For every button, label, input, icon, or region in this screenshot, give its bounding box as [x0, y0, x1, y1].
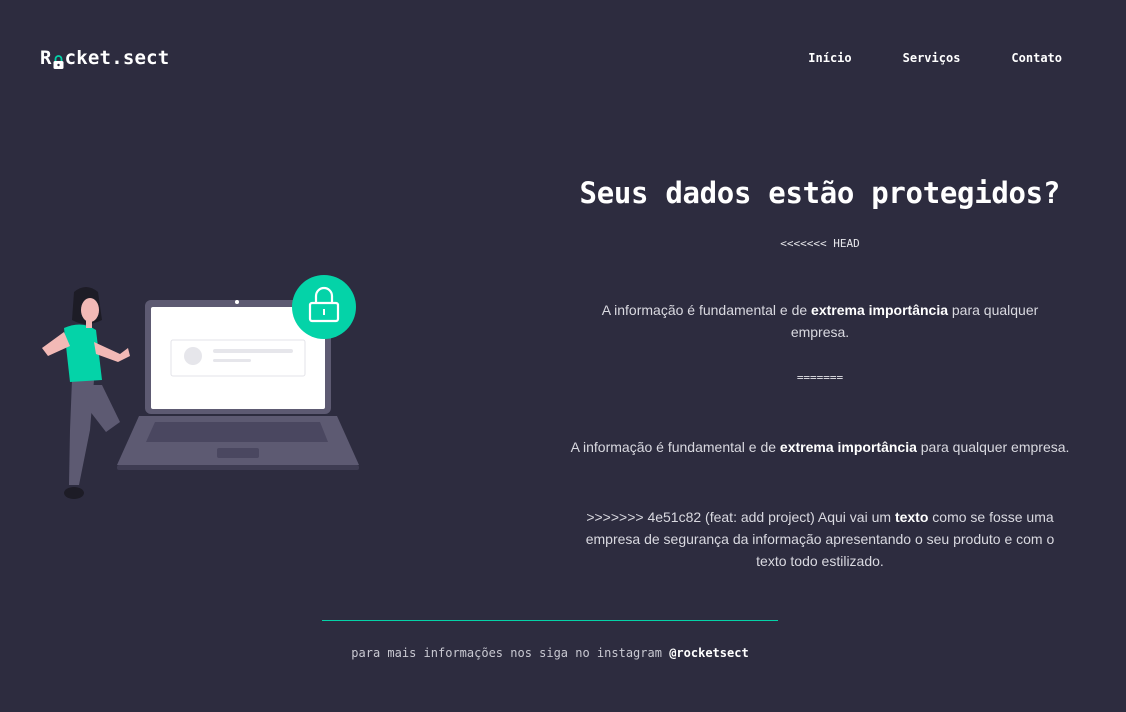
logo-lock-icon [53, 52, 64, 69]
person-illustration [42, 287, 130, 499]
security-illustration [34, 270, 364, 505]
paragraph-emphasis: extrema importância [811, 302, 948, 318]
page: R cket.sect Início Serviços Contato Seus… [0, 0, 1126, 712]
logo-prefix: R [40, 47, 52, 69]
paragraph-emphasis: extrema importância [779, 439, 917, 455]
paragraph-text: A informação é fundamental e de [601, 302, 812, 318]
logo-suffix: cket.sect [64, 47, 170, 69]
merge-head-marker: <<<<<<< HEAD [780, 237, 860, 250]
logo[interactable]: R cket.sect [40, 47, 169, 69]
merge-separator-marker: ======= [796, 371, 844, 384]
nav-link-inicio[interactable]: Início [808, 51, 851, 65]
instagram-handle-link[interactable]: @rocketsect [669, 646, 748, 660]
hero-title: Seus dados estão protegidos? [579, 176, 1061, 210]
paragraph-emphasis: texto [894, 509, 929, 525]
paragraph-text: >>>>>>> 4e51c82 (feat: add project) Aqui… [586, 509, 895, 525]
nav-link-contato[interactable]: Contato [1011, 51, 1062, 65]
paragraph-text: A informação é fundamental e de [570, 439, 780, 455]
padlock-icon [292, 275, 356, 339]
footer-divider [322, 620, 778, 621]
paragraph-text: para qualquer empresa. [916, 439, 1070, 455]
hero-paragraph-3: >>>>>>> 4e51c82 (feat: add project) Aqui… [580, 506, 1060, 572]
footer-text: para mais informações nos siga no instag… [351, 646, 662, 660]
hero-paragraph-1: A informação é fundamental e de extrema … [600, 299, 1040, 343]
hero-paragraph-2: A informação é fundamental e de extrema … [560, 436, 1080, 458]
footer: para mais informações nos siga no instag… [0, 646, 1100, 660]
nav-link-servicos[interactable]: Serviços [903, 51, 961, 65]
hero-content: Seus dados estão protegidos? <<<<<<< HEA… [560, 176, 1080, 569]
main-nav: Início Serviços Contato [808, 51, 1062, 65]
